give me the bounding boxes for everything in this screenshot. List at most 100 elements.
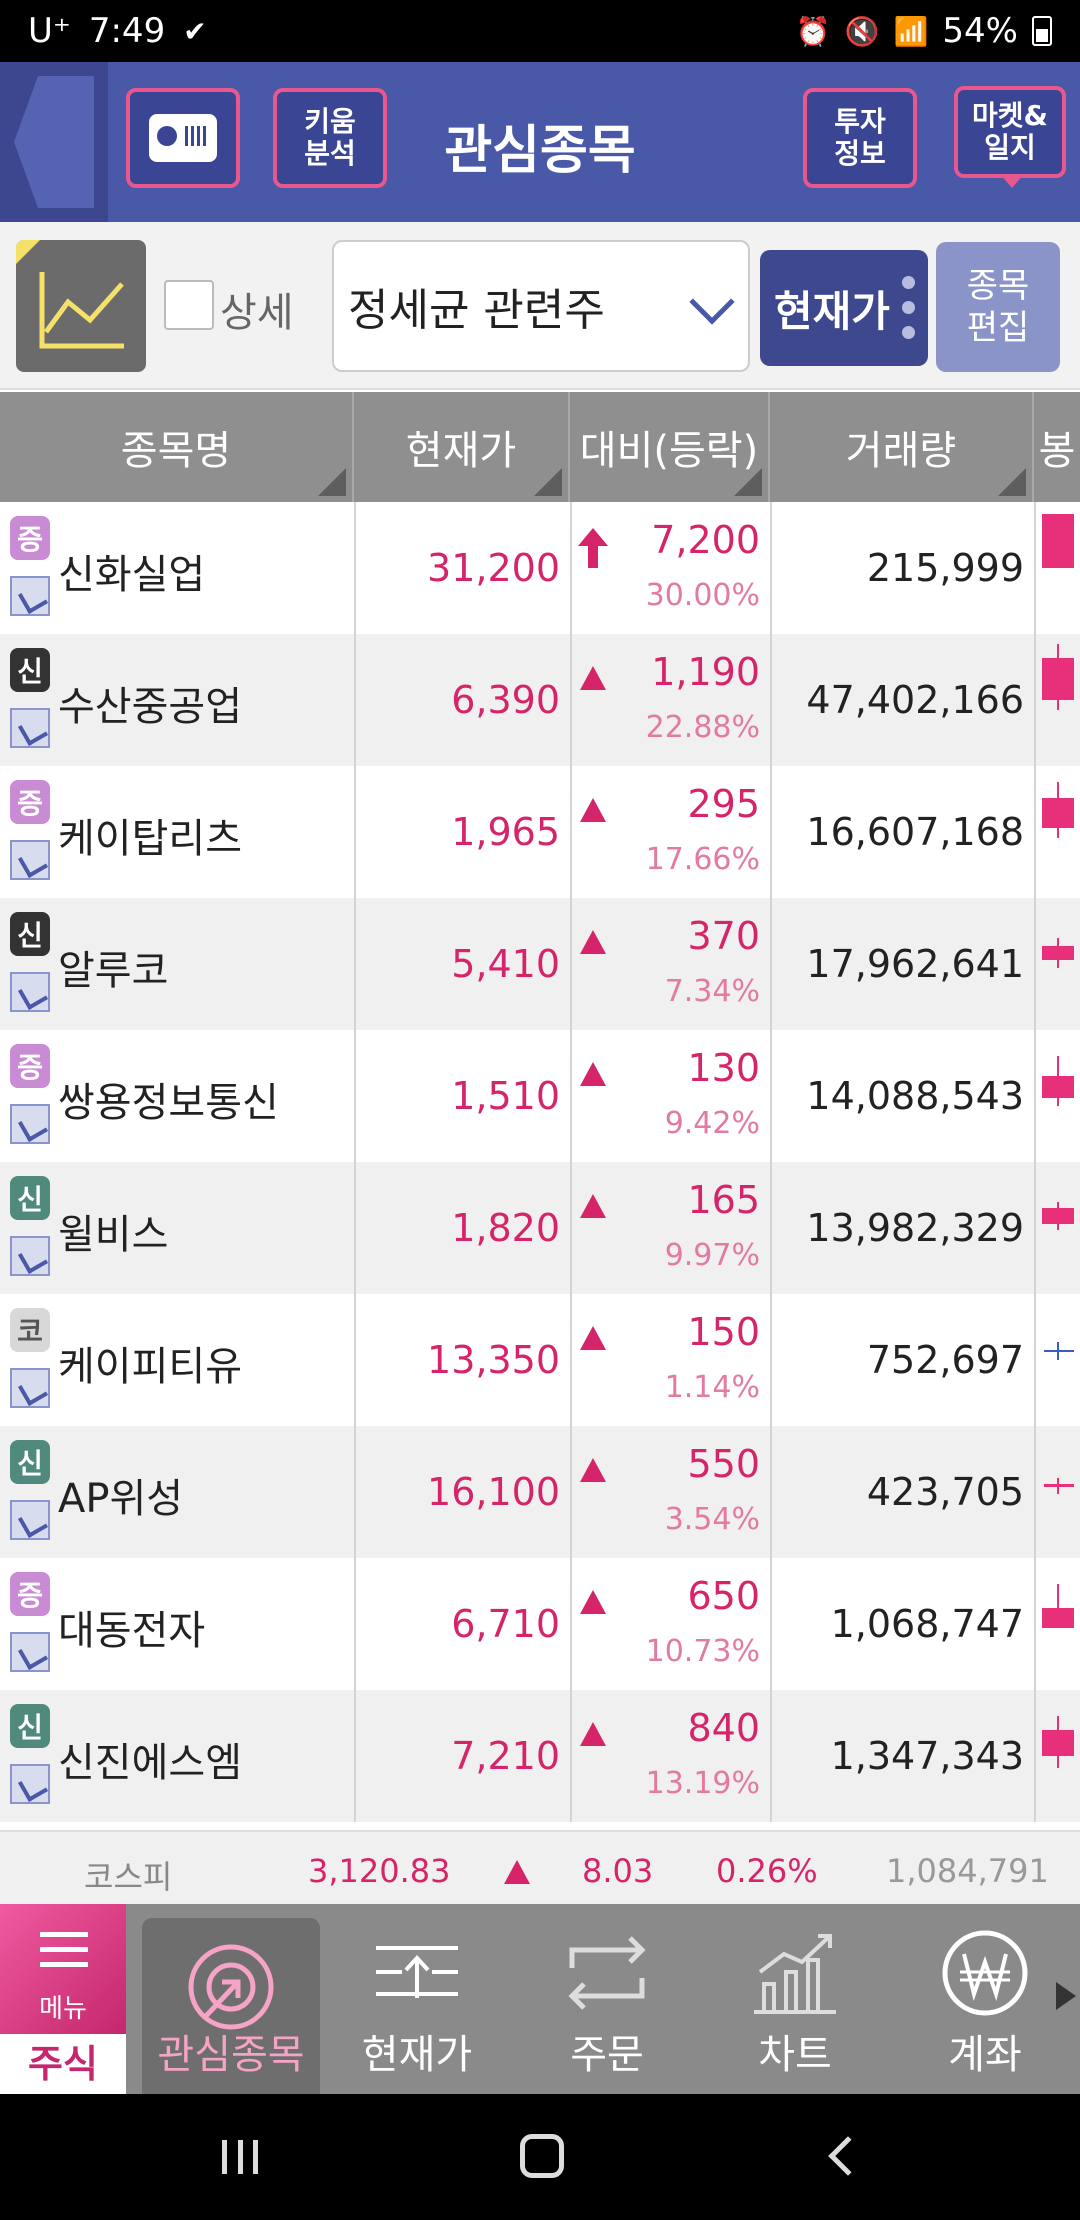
menu-button[interactable]: 메뉴 [0,1904,126,2034]
table-row[interactable]: 신 신진에스엠 7,210 840 13.19% 1,347,343 [0,1690,1080,1822]
market-badge: 신 [10,1176,50,1220]
col-header-price[interactable]: 현재가 [354,392,570,502]
current-price-button[interactable]: 현재가 [760,250,928,366]
alarm-icon: ⏰ [795,14,831,48]
stock-rate: 30.00% [645,578,760,613]
chart-toggle-button[interactable] [16,240,146,372]
back-button[interactable] [0,62,108,222]
up-triangle-icon [580,1062,606,1086]
nav-more-arrow-icon[interactable] [1056,1982,1076,2010]
nav-current-price[interactable]: 현재가 [328,1904,506,2094]
stock-volume: 47,402,166 [806,678,1024,722]
market-badge: 신 [10,1704,50,1748]
radio-icon [149,114,217,162]
stock-price: 1,820 [451,1206,560,1250]
table-row[interactable]: 증 대동전자 6,710 650 10.73% 1,068,747 [0,1558,1080,1690]
candle-body [1042,1730,1074,1756]
col-header-volume[interactable]: 거래량 [770,392,1034,502]
col-header-change[interactable]: 대비(등락) [570,392,770,502]
stock-rate: 1.14% [664,1370,760,1405]
detail-checkbox[interactable] [164,280,214,330]
memo-icon[interactable] [10,1368,50,1408]
memo-icon[interactable] [10,1764,50,1804]
table-row[interactable]: 증 쌍용정보통신 1,510 130 9.42% 14,088,543 [0,1030,1080,1162]
memo-icon[interactable] [10,1236,50,1276]
kiwoom-analysis-button[interactable]: 키움 분석 [273,88,387,188]
memo-icon[interactable] [10,840,50,880]
candle-wick [1057,1478,1059,1494]
divider [570,502,572,634]
candle-body [1042,658,1074,700]
edit-button-line2: 편집 [966,308,1030,348]
system-back-icon[interactable] [828,2136,868,2176]
up-triangle-icon [580,930,606,954]
home-icon[interactable] [520,2134,564,2178]
divider [570,1690,572,1822]
table-row[interactable]: 신 수산중공업 6,390 1,190 22.88% 47,402,166 [0,634,1080,766]
memo-icon[interactable] [10,972,50,1012]
table-row[interactable]: 증 신화실업 31,200 7,200 30.00% 215,999 [0,502,1080,634]
index-change: 8.03 [582,1852,654,1890]
divider [354,502,356,634]
divider [570,1030,572,1162]
kospi-index-bar[interactable]: 코스피 3,120.83 8.03 0.26% 1,084,791 [0,1830,1080,1904]
candle-doji [1044,1350,1074,1352]
nav-order[interactable]: 주문 [518,1904,696,2094]
col-header-name-label: 종목명 [120,428,232,474]
divider [570,1426,572,1558]
mute-icon: 🔇 [844,14,880,48]
invest-info-button[interactable]: 투자 정보 [803,88,917,188]
stock-volume: 752,697 [866,1338,1024,1382]
stock-volume: 17,962,641 [806,942,1024,986]
stock-name: 대동전자 [58,1608,206,1654]
market-badge: 증 [10,516,50,560]
edit-stocks-button[interactable]: 종목 편집 [936,242,1060,372]
nav-watchlist[interactable]: 관심종목 [142,1918,320,2094]
table-row[interactable]: 신 윌비스 1,820 165 9.97% 13,982,329 [0,1162,1080,1294]
market-badge: 신 [10,1440,50,1484]
col-header-candle[interactable]: 봉 [1034,392,1080,502]
sort-icon [734,468,762,496]
stock-change: 7,200 [651,518,760,562]
stock-rate: 9.97% [664,1238,760,1273]
stock-change: 650 [687,1574,760,1618]
nav-account[interactable]: 계좌 [896,1904,1074,2094]
stock-volume: 16,607,168 [806,810,1024,854]
table-row[interactable]: 증 케이탑리츠 1,965 295 17.66% 16,607,168 [0,766,1080,898]
group-select[interactable]: 정세균 관련주 [332,240,750,372]
stock-name: 수산중공업 [58,684,242,730]
candle-wick [1057,1342,1059,1360]
divider [354,634,356,766]
memo-icon[interactable] [10,1500,50,1540]
stock-category-tab[interactable]: 주식 [0,2034,126,2094]
col-header-name[interactable]: 종목명 [0,392,354,502]
stock-rate: 3.54% [664,1502,760,1537]
stock-volume: 1,068,747 [830,1602,1024,1646]
table-row[interactable]: 신 알루코 5,410 370 7.34% 17,962,641 [0,898,1080,1030]
sort-icon [998,468,1026,496]
nav-chart[interactable]: 차트 [706,1904,884,2094]
up-triangle-icon [580,798,606,822]
up-triangle-icon [580,1722,606,1746]
table-row[interactable]: 신 AP위성 16,100 550 3.54% 423,705 [0,1426,1080,1558]
stock-name: AP위성 [58,1476,184,1522]
memo-icon[interactable] [10,1632,50,1672]
menu-label: 메뉴 [39,1994,87,2024]
memo-icon[interactable] [10,576,50,616]
memo-icon[interactable] [10,708,50,748]
divider [570,1294,572,1426]
table-row[interactable]: 코 케이피티유 13,350 150 1.14% 752,697 [0,1294,1080,1426]
divider [354,1162,356,1294]
market-journal-button[interactable]: 마켓& 일지 [954,86,1066,178]
divider [770,1690,772,1822]
upper-limit-arrow-icon [578,528,608,568]
stock-change: 165 [687,1178,760,1222]
divider [1034,634,1036,766]
divider [770,898,772,1030]
up-triangle-icon [580,1194,606,1218]
candle-body [1042,514,1074,568]
radio-button[interactable] [126,88,240,188]
memo-icon[interactable] [10,1104,50,1144]
candle-doji [1044,1484,1074,1487]
recent-apps-icon[interactable] [222,2140,258,2174]
